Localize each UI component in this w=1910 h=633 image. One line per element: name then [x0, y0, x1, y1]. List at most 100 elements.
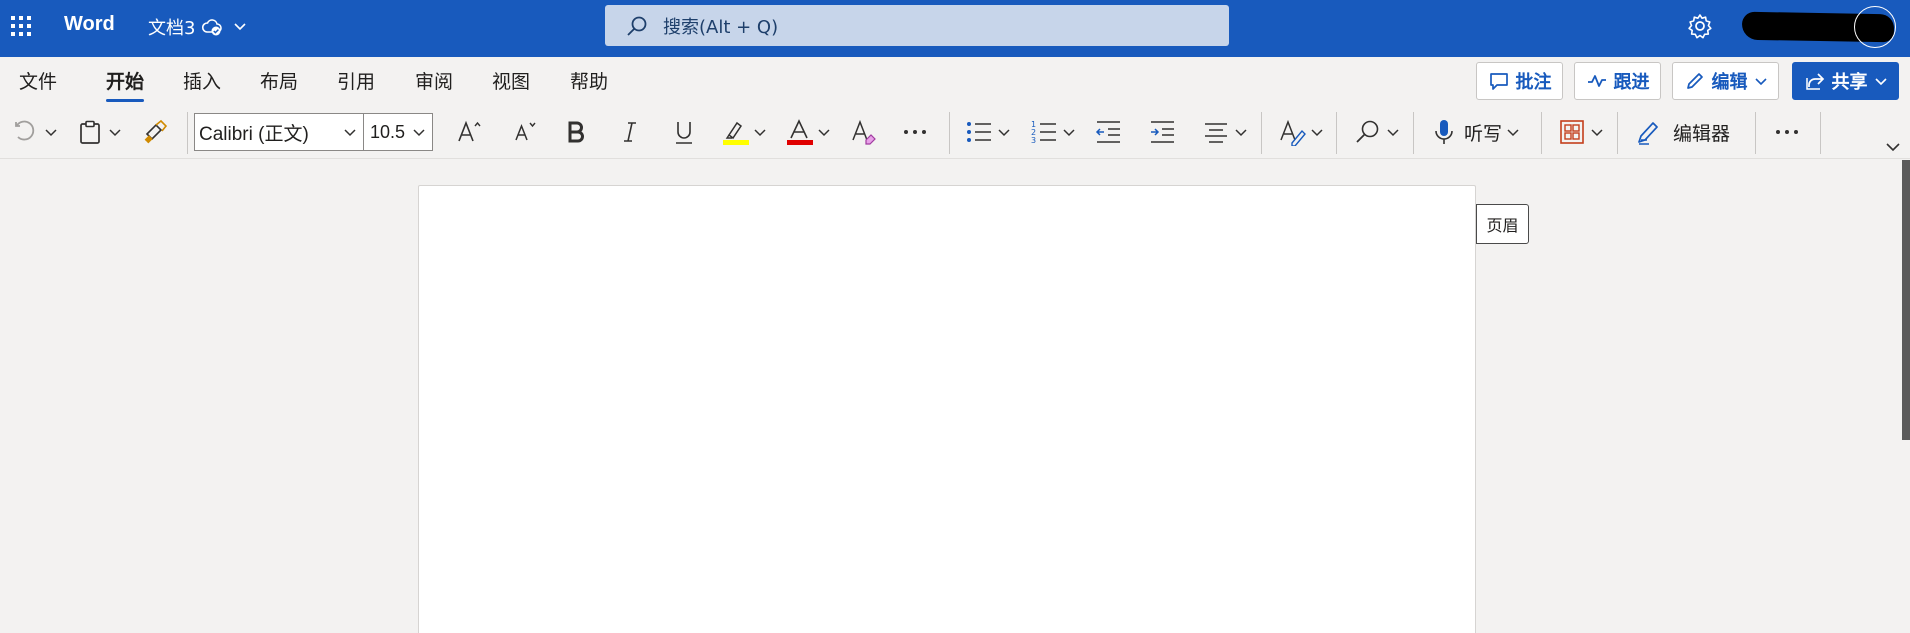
chevron-down-icon — [817, 125, 831, 139]
chevron-down-icon — [753, 125, 767, 139]
decrease-indent-icon — [1094, 118, 1122, 146]
dictate-label: 听写 — [1464, 122, 1503, 145]
font-size-select[interactable]: 10.5 — [363, 113, 433, 151]
styles-button[interactable] — [1278, 116, 1324, 148]
search-icon — [625, 14, 649, 38]
decrease-indent-button[interactable] — [1094, 116, 1122, 148]
numbering-button[interactable]: 123 — [1030, 116, 1076, 148]
clear-formatting-button[interactable] — [850, 116, 878, 148]
title-bar: Word 文档3 搜索(Alt + Q) — [0, 0, 1910, 57]
chevron-down-icon — [1062, 125, 1076, 139]
undo-icon — [12, 118, 40, 146]
chevron-down-icon — [412, 125, 426, 139]
find-button[interactable] — [1354, 116, 1400, 148]
toolbar-separator — [1413, 112, 1414, 154]
search-placeholder: 搜索(Alt + Q) — [663, 16, 779, 38]
chevron-down-icon — [1386, 125, 1400, 139]
settings-gear-icon[interactable] — [1686, 12, 1714, 40]
app-name[interactable]: Word — [64, 13, 115, 36]
font-color-icon — [785, 118, 813, 146]
font-size-value: 10.5 — [370, 121, 406, 142]
highlight-color-button[interactable] — [721, 116, 767, 148]
document-name[interactable]: 文档3 — [148, 14, 251, 40]
bold-button[interactable] — [562, 116, 590, 148]
font-name-select[interactable]: Calibri (正文) — [194, 113, 364, 151]
underline-icon — [670, 118, 698, 146]
shrink-font-icon — [511, 118, 539, 146]
grow-font-icon — [455, 118, 483, 146]
tab-layout[interactable]: 布局 — [260, 67, 298, 94]
more-horizontal-icon — [901, 118, 929, 146]
tab-references[interactable]: 引用 — [337, 67, 375, 94]
format-painter-button[interactable] — [141, 116, 169, 148]
activity-icon — [1586, 70, 1608, 92]
clipboard-icon — [76, 118, 104, 146]
svg-text:3: 3 — [1031, 136, 1036, 145]
add-ins-button[interactable] — [1558, 116, 1604, 148]
grow-font-button[interactable] — [455, 116, 483, 148]
toolbar-separator — [1541, 112, 1542, 154]
chevron-down-icon — [343, 125, 357, 139]
search-box[interactable]: 搜索(Alt + Q) — [605, 5, 1229, 46]
chevron-down-icon — [1874, 74, 1888, 88]
italic-button[interactable] — [616, 116, 644, 148]
vertical-scrollbar-thumb[interactable] — [1902, 160, 1910, 440]
styles-icon — [1278, 118, 1306, 146]
collapse-ribbon-chevron-icon[interactable] — [1884, 138, 1902, 156]
tab-file[interactable]: 文件 — [19, 67, 57, 94]
more-options-button[interactable] — [1773, 116, 1801, 148]
tab-insert[interactable]: 插入 — [183, 67, 221, 94]
increase-indent-icon — [1148, 118, 1176, 146]
more-horizontal-icon — [1773, 118, 1801, 146]
document-page[interactable] — [418, 185, 1476, 633]
catch-up-label: 跟进 — [1613, 72, 1650, 93]
editor-button[interactable]: 编辑器 — [1635, 116, 1730, 148]
account-avatar[interactable] — [1854, 6, 1896, 48]
align-center-icon — [1202, 118, 1230, 146]
share-label: 共享 — [1831, 72, 1868, 93]
app-launcher-icon[interactable] — [9, 14, 33, 38]
share-button[interactable]: 共享 — [1792, 62, 1899, 100]
comments-label: 批注 — [1515, 72, 1552, 93]
chevron-down-icon — [108, 125, 122, 139]
undo-button[interactable] — [12, 116, 58, 148]
bullets-button[interactable] — [965, 116, 1011, 148]
toolbar-separator — [1820, 112, 1821, 154]
paste-button[interactable] — [76, 116, 122, 148]
tab-home[interactable]: 开始 — [106, 67, 145, 102]
tab-help[interactable]: 帮助 — [570, 67, 608, 94]
chevron-down-icon — [1506, 125, 1520, 139]
comments-button[interactable]: 批注 — [1476, 62, 1563, 100]
microphone-icon — [1430, 118, 1458, 146]
toolbar-separator — [949, 112, 950, 154]
pencil-icon — [1684, 70, 1706, 92]
more-font-options-button[interactable] — [901, 116, 929, 148]
chevron-down-icon — [997, 125, 1011, 139]
header-label[interactable]: 页眉 — [1476, 204, 1529, 244]
increase-indent-button[interactable] — [1148, 116, 1176, 148]
add-ins-grid-icon — [1558, 118, 1586, 146]
italic-icon — [616, 118, 644, 146]
dictate-button[interactable]: 听写 — [1430, 116, 1520, 148]
bullet-list-icon — [965, 118, 993, 146]
search-icon — [1354, 118, 1382, 146]
tab-review[interactable]: 审阅 — [415, 67, 453, 94]
chevron-down-icon — [229, 16, 251, 38]
editing-mode-label: 编辑 — [1711, 72, 1748, 93]
editing-mode-button[interactable]: 编辑 — [1672, 62, 1779, 100]
document-title: 文档3 — [148, 18, 196, 39]
shrink-font-button[interactable] — [511, 116, 539, 148]
toolbar-separator — [187, 112, 188, 154]
font-color-button[interactable] — [785, 116, 831, 148]
chevron-down-icon — [1754, 74, 1768, 88]
share-icon — [1804, 70, 1826, 92]
align-button[interactable] — [1202, 116, 1248, 148]
chevron-down-icon — [1234, 125, 1248, 139]
editor-pen-icon — [1635, 118, 1663, 146]
tab-view[interactable]: 视图 — [492, 67, 530, 94]
chevron-down-icon — [44, 125, 58, 139]
editor-label: 编辑器 — [1673, 122, 1731, 145]
underline-button[interactable] — [670, 116, 698, 148]
catch-up-button[interactable]: 跟进 — [1574, 62, 1661, 100]
toolbar-separator — [1336, 112, 1337, 154]
